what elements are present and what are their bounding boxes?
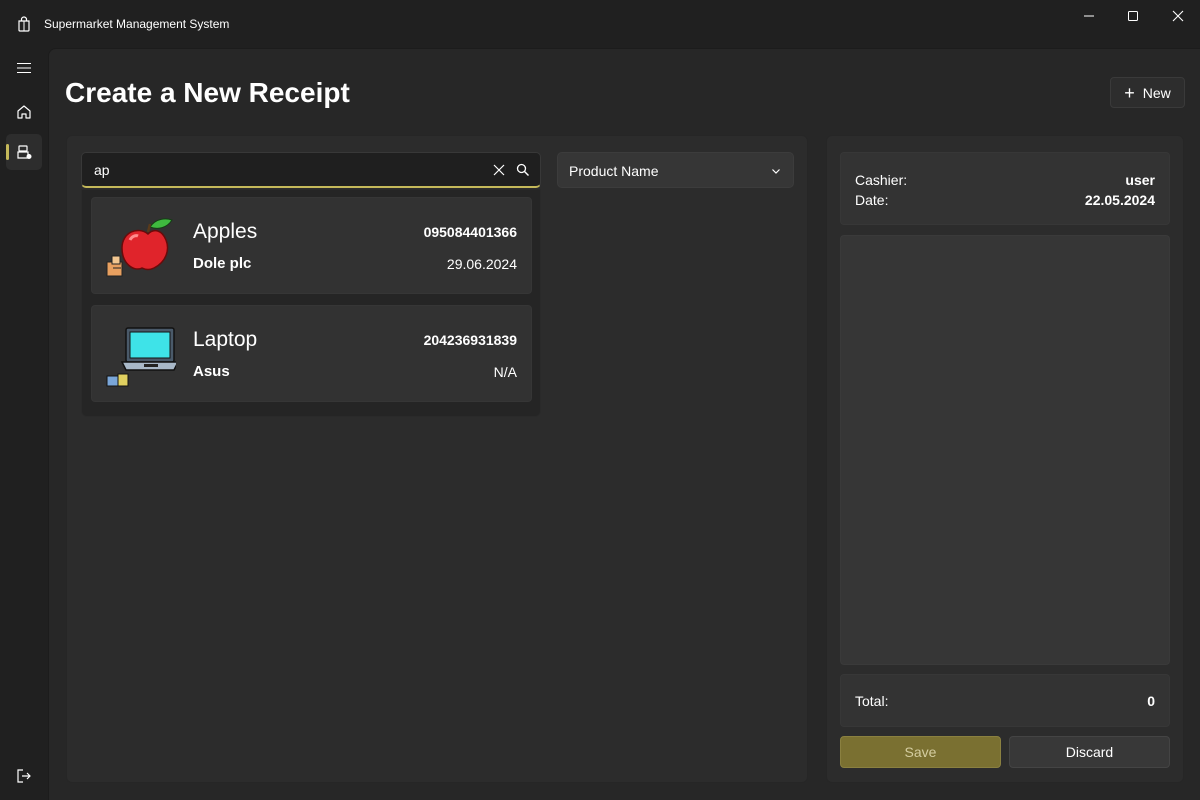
maximize-button[interactable] xyxy=(1111,0,1155,32)
save-button[interactable]: Save xyxy=(840,736,1001,768)
cashier-value: user xyxy=(1125,172,1155,188)
receipt-items-list[interactable] xyxy=(840,235,1170,665)
title-bar: Supermarket Management System xyxy=(0,0,1200,48)
cashier-label: Cashier: xyxy=(855,172,908,188)
maximize-icon xyxy=(1128,11,1138,21)
minimize-button[interactable] xyxy=(1067,0,1111,32)
sign-out-button[interactable] xyxy=(6,758,42,794)
product-name: Apples xyxy=(193,220,258,243)
product-brand: Dole plc xyxy=(193,255,252,272)
product-search-box[interactable] xyxy=(81,152,541,188)
home-icon xyxy=(17,105,31,119)
search-icon[interactable] xyxy=(516,163,530,177)
page-title: Create a New Receipt xyxy=(65,77,350,108)
product-card-apples[interactable]: Apples Dole plc 095084401366 29.06.2024 xyxy=(91,197,532,294)
receipt-panel: Cashier: user Date: 22.05.2024 Total: 0 … xyxy=(826,135,1184,783)
new-button-label: New xyxy=(1142,84,1171,101)
product-brand: Asus xyxy=(193,363,230,380)
product-expiry-date: N/A xyxy=(493,364,517,380)
close-icon xyxy=(1172,10,1184,22)
laptop-icon xyxy=(106,327,176,387)
search-input[interactable] xyxy=(82,153,482,186)
total-value: 0 xyxy=(1147,693,1155,709)
total-label: Total: xyxy=(855,693,889,709)
apple-icon xyxy=(106,218,173,277)
menu-toggle-button[interactable] xyxy=(6,50,42,86)
new-receipt-button[interactable]: + New xyxy=(1110,77,1185,108)
window-title: Supermarket Management System xyxy=(44,17,230,31)
product-search-panel: Apples Dole plc 095084401366 29.06.2024 … xyxy=(66,135,808,783)
nav-item-home[interactable] xyxy=(6,94,42,130)
product-name: Laptop xyxy=(193,328,258,351)
date-value: 22.05.2024 xyxy=(1084,192,1155,208)
chevron-down-icon xyxy=(772,169,780,174)
receipt-info: Cashier: user Date: 22.05.2024 xyxy=(840,152,1170,225)
product-card-laptop[interactable]: Laptop Asus 204236931839 N/A xyxy=(91,305,532,402)
plus-icon: + xyxy=(1124,82,1135,103)
search-suggestions: Apples Dole plc 095084401366 29.06.2024 … xyxy=(81,189,541,417)
selection-indicator xyxy=(6,144,9,160)
date-label: Date: xyxy=(855,192,889,208)
product-barcode: 204236931839 xyxy=(423,332,517,348)
discard-button[interactable]: Discard xyxy=(1009,736,1170,768)
cash-register-icon xyxy=(17,145,32,159)
product-expiry-date: 29.06.2024 xyxy=(446,256,517,272)
sign-out-icon xyxy=(17,769,31,783)
minimize-icon xyxy=(1084,15,1094,17)
close-button[interactable] xyxy=(1156,0,1200,32)
receipt-total: Total: 0 xyxy=(840,674,1170,727)
nav-item-receipt[interactable] xyxy=(6,134,42,170)
shopping-bag-icon xyxy=(18,16,30,32)
sort-selected-value: Product Name xyxy=(569,163,659,179)
navigation-rail xyxy=(0,48,48,800)
product-barcode: 095084401366 xyxy=(423,224,517,240)
hamburger-menu-icon xyxy=(17,62,31,74)
sort-by-dropdown[interactable]: Product Name xyxy=(557,152,794,188)
content-area: Create a New Receipt + New ap Apples Dol… xyxy=(48,48,1200,800)
clear-icon[interactable] xyxy=(492,163,506,177)
